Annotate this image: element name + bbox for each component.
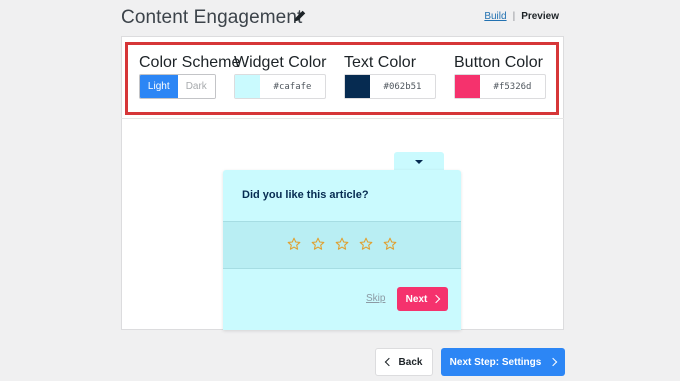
widget-color-value[interactable]: #cafafe [260, 75, 325, 98]
next-step-label: Next Step: Settings [449, 356, 542, 368]
chevron-right-icon [549, 357, 558, 367]
widget-question: Did you like this article? [242, 189, 369, 201]
page-title: Content Engagement [121, 7, 303, 28]
star-outline-icon[interactable] [311, 237, 325, 251]
star-rating[interactable] [287, 237, 397, 251]
widget-next-label: Next [405, 293, 428, 305]
text-color-value[interactable]: #062b51 [370, 75, 435, 98]
text-color-label: Text Color [344, 54, 417, 71]
star-outline-icon[interactable] [359, 237, 373, 251]
text-color-field[interactable]: #062b51 [344, 74, 436, 99]
color-scheme-label: Color Scheme [139, 54, 241, 71]
panel-divider [121, 118, 564, 119]
button-color-value[interactable]: #f5326d [480, 75, 545, 98]
chevron-right-icon [432, 294, 441, 304]
widget-next-button[interactable]: Next [397, 287, 448, 311]
view-separator: | [512, 11, 516, 22]
build-link[interactable]: Build [484, 11, 506, 22]
caret-down-icon[interactable] [415, 160, 423, 164]
button-color-swatch[interactable] [455, 75, 480, 98]
pencil-icon[interactable] [293, 9, 307, 23]
widget-color-field[interactable]: #cafafe [234, 74, 326, 99]
next-step-settings-button[interactable]: Next Step: Settings [441, 348, 565, 376]
skip-link[interactable]: Skip [366, 293, 385, 304]
scheme-option-light[interactable]: Light [140, 75, 178, 98]
preview-link[interactable]: Preview [521, 11, 559, 22]
scheme-option-dark[interactable]: Dark [177, 75, 215, 98]
chevron-left-icon [384, 357, 393, 367]
star-outline-icon[interactable] [287, 237, 301, 251]
widget-color-swatch[interactable] [235, 75, 260, 98]
widget-color-label: Widget Color [234, 54, 327, 71]
star-outline-icon[interactable] [383, 237, 397, 251]
text-color-swatch[interactable] [345, 75, 370, 98]
color-scheme-toggle[interactable]: Light Dark [139, 74, 216, 99]
back-button-label: Back [398, 356, 423, 368]
button-color-label: Button Color [454, 54, 543, 71]
back-button[interactable]: Back [375, 348, 433, 376]
star-outline-icon[interactable] [335, 237, 349, 251]
button-color-field[interactable]: #f5326d [454, 74, 546, 99]
view-switcher: Build | Preview [484, 11, 559, 22]
